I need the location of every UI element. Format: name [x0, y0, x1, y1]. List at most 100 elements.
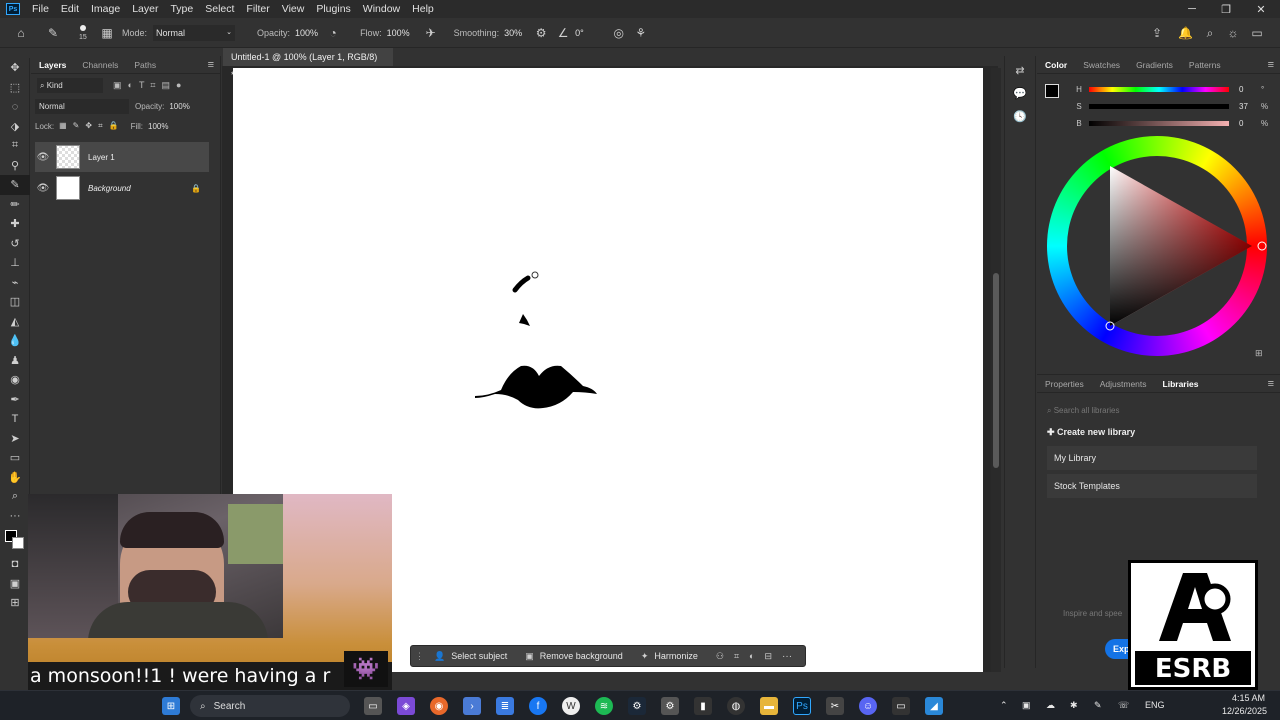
- adjustment-layer-icon[interactable]: ⊟: [764, 651, 772, 662]
- menu-view[interactable]: View: [276, 0, 311, 18]
- harmonize-button[interactable]: ✦ Harmonize: [641, 651, 698, 662]
- close-icon[interactable]: ✕: [1244, 0, 1278, 18]
- tray-bluetooth-icon[interactable]: ✱: [1070, 700, 1078, 711]
- discord-icon[interactable]: ☺: [859, 697, 877, 715]
- pencil-tool-icon[interactable]: ✏: [0, 195, 30, 215]
- tray-app-icon[interactable]: ▣: [1022, 700, 1031, 711]
- library-item[interactable]: My Library: [1047, 446, 1257, 470]
- maximize-icon[interactable]: ❐: [1209, 0, 1243, 18]
- firefox-icon[interactable]: ◉: [430, 697, 448, 715]
- menu-window[interactable]: Window: [357, 0, 406, 18]
- create-library-button[interactable]: ✚ Create new library: [1047, 427, 1280, 438]
- panel-menu-icon[interactable]: ≡: [1268, 378, 1274, 390]
- tab-properties[interactable]: Properties: [1037, 375, 1092, 393]
- app-icon[interactable]: ◢: [925, 697, 943, 715]
- menu-image[interactable]: Image: [85, 0, 126, 18]
- flow-value[interactable]: 100%: [387, 28, 410, 38]
- brightness-value[interactable]: 0: [1239, 119, 1261, 128]
- tab-channels[interactable]: Channels: [74, 56, 126, 74]
- tab-adjustments[interactable]: Adjustments: [1092, 375, 1155, 393]
- steam-icon[interactable]: ⚙: [628, 697, 646, 715]
- menu-help[interactable]: Help: [406, 0, 440, 18]
- notepad-icon[interactable]: ≣: [496, 697, 514, 715]
- gear-icon[interactable]: ⚙: [534, 26, 548, 40]
- menu-type[interactable]: Type: [164, 0, 199, 18]
- transform-icon[interactable]: ⌗: [734, 651, 739, 662]
- brush-tool-icon[interactable]: ✎: [0, 175, 30, 195]
- color-triangle[interactable]: [1047, 136, 1267, 356]
- wordpress-icon[interactable]: W: [562, 697, 580, 715]
- hue-value[interactable]: 0: [1239, 85, 1261, 94]
- home-icon[interactable]: ⌂: [14, 26, 28, 40]
- terminal-icon[interactable]: ›: [463, 697, 481, 715]
- blur-tool-icon[interactable]: 💧: [0, 331, 30, 351]
- audio-meter-icon[interactable]: ▮: [694, 697, 712, 715]
- copilot-icon[interactable]: ◈: [397, 697, 415, 715]
- expand-panels-icon[interactable]: ⇄: [1005, 64, 1035, 77]
- saturation-slider[interactable]: [1089, 104, 1229, 109]
- more-options-icon[interactable]: ···: [782, 651, 792, 662]
- airbrush-icon[interactable]: ✈: [424, 26, 438, 40]
- tab-layers[interactable]: Layers: [31, 56, 74, 74]
- spotify-icon[interactable]: ≋: [595, 697, 613, 715]
- type-tool-icon[interactable]: T: [0, 409, 30, 429]
- object-selection-tool-icon[interactable]: ⬗: [0, 117, 30, 137]
- crop-tool-icon[interactable]: ⌗: [0, 136, 30, 156]
- vertical-scrollbar[interactable]: [991, 68, 1001, 672]
- facebook-icon[interactable]: f: [529, 697, 547, 715]
- drag-handle-icon[interactable]: ⋮: [415, 651, 424, 662]
- history-brush-tool-icon[interactable]: ↺: [0, 234, 30, 254]
- layer-filter-icons[interactable]: ▣◐T⌗▤●: [113, 80, 187, 91]
- search-box[interactable]: ⌕ Search: [190, 695, 350, 717]
- tray-chevron-icon[interactable]: ⌃: [1000, 700, 1008, 711]
- tray-cloud-icon[interactable]: ☁: [1046, 700, 1055, 711]
- eraser-tool-icon[interactable]: ◫: [0, 292, 30, 312]
- mixer-brush-tool-icon[interactable]: ⌁: [0, 273, 30, 293]
- comments-icon[interactable]: 💬: [1005, 87, 1035, 100]
- clock-time[interactable]: 4:15 AM: [1232, 693, 1265, 703]
- menu-filter[interactable]: Filter: [240, 0, 275, 18]
- panel-menu-icon[interactable]: ≡: [208, 59, 214, 71]
- marquee-tool-icon[interactable]: ⬚: [0, 78, 30, 98]
- hand-tool-icon[interactable]: ✋: [0, 468, 30, 488]
- lasso-tool-icon[interactable]: ◌: [0, 97, 30, 117]
- opacity-value[interactable]: 100%: [295, 28, 318, 38]
- share-icon[interactable]: ⇪: [1150, 26, 1164, 40]
- tab-patterns[interactable]: Patterns: [1181, 56, 1229, 74]
- minimize-icon[interactable]: ─: [1175, 0, 1209, 18]
- hue-picker-handle[interactable]: [1257, 241, 1267, 251]
- tab-libraries[interactable]: Libraries: [1155, 375, 1207, 393]
- lightbulb-icon[interactable]: ☼: [1226, 26, 1240, 40]
- tab-paths[interactable]: Paths: [126, 56, 164, 74]
- file-explorer-icon[interactable]: ▬: [760, 697, 778, 715]
- brush-size-picker[interactable]: 15: [74, 20, 96, 46]
- pen-tool-icon[interactable]: ✒: [0, 390, 30, 410]
- lock-icons[interactable]: ▦✎✥⌗🔒: [59, 121, 124, 131]
- tab-swatches[interactable]: Swatches: [1075, 56, 1128, 74]
- symmetry-icon[interactable]: ⚘: [634, 26, 648, 40]
- brush-settings-icon[interactable]: ▦: [100, 26, 114, 40]
- more-tools-icon[interactable]: ···: [0, 507, 30, 527]
- adjust-icon[interactable]: ◐: [749, 651, 754, 661]
- bell-icon[interactable]: 🔔: [1178, 26, 1193, 40]
- angle-value[interactable]: 0°: [575, 28, 584, 38]
- select-subject-button[interactable]: 👤 Select subject: [434, 651, 507, 662]
- console-icon[interactable]: ▭: [892, 697, 910, 715]
- photoshop-logo-icon[interactable]: Ps: [6, 3, 20, 15]
- pressure-size-icon[interactable]: ◎: [612, 26, 626, 40]
- mode-dropdown[interactable]: Normal ⌄: [153, 24, 236, 41]
- screen-mode-icon[interactable]: ▣: [0, 574, 30, 594]
- brush-tool-icon[interactable]: ✎: [46, 26, 60, 40]
- background-color-swatch[interactable]: [12, 537, 24, 549]
- history-icon[interactable]: 🕓: [1005, 110, 1035, 123]
- menu-select[interactable]: Select: [199, 0, 240, 18]
- search-icon[interactable]: ⌕: [1203, 26, 1217, 40]
- eye-icon[interactable]: 👁: [35, 152, 51, 163]
- zoom-tool-icon[interactable]: ⌕: [0, 487, 30, 507]
- color-swatches[interactable]: [0, 526, 30, 554]
- layer-opacity-value[interactable]: 100%: [169, 102, 189, 111]
- blend-mode-dropdown[interactable]: Normal: [35, 98, 129, 114]
- language-indicator[interactable]: ENG: [1145, 700, 1165, 710]
- photoshop-taskbar-icon[interactable]: Ps: [793, 697, 811, 715]
- quick-mask-icon[interactable]: ◘: [0, 554, 30, 574]
